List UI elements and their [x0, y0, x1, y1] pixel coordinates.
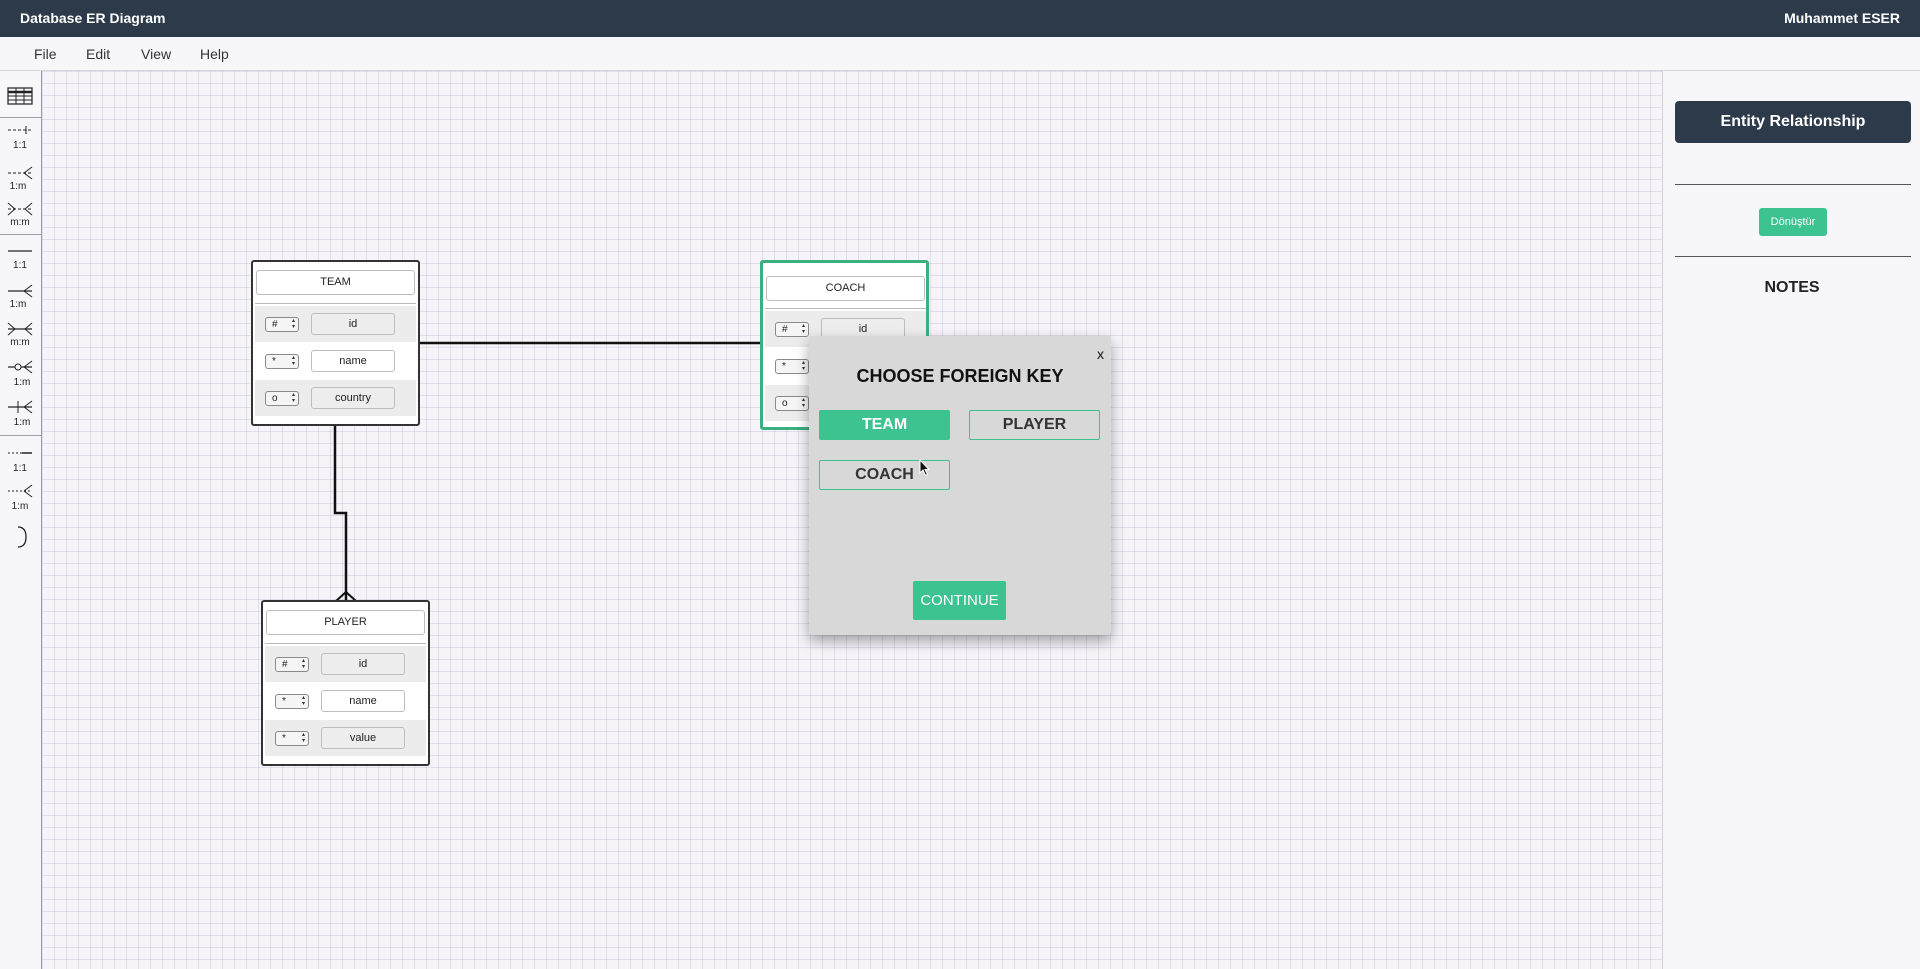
attribute-row: # id: [265, 646, 426, 682]
svg-text:1:m: 1:m: [10, 299, 27, 310]
entity-title[interactable]: TEAM: [256, 270, 415, 295]
toolbar-divider: [0, 234, 41, 235]
toolbar-divider: [0, 117, 41, 118]
attribute-name-field[interactable]: name: [311, 350, 395, 372]
key-type-select[interactable]: *: [275, 731, 309, 746]
svg-text:1:1: 1:1: [13, 260, 27, 271]
mandatory-one-to-many-icon: 1:m: [8, 400, 33, 428]
add-table-tool[interactable]: [4, 79, 37, 113]
attribute-name-field[interactable]: id: [311, 313, 395, 335]
one-to-one-dotted-icon: 1:1: [8, 452, 32, 474]
recursive-relation-icon: [17, 526, 27, 548]
svg-text:1:m: 1:m: [14, 417, 31, 428]
svg-text:1:1: 1:1: [13, 140, 27, 151]
relation-m-m-dashed-tool[interactable]: m:m: [4, 197, 37, 231]
attribute-row: * value: [265, 720, 426, 756]
key-type-select[interactable]: *: [265, 354, 299, 369]
entity-title[interactable]: PLAYER: [266, 610, 425, 635]
relation-mandatory-1-m-tool[interactable]: 1:m: [4, 395, 37, 429]
attribute-name-field[interactable]: value: [321, 727, 405, 749]
relation-1-1-tool[interactable]: 1:1: [4, 241, 37, 275]
attribute-name-field[interactable]: id: [321, 653, 405, 675]
key-type-select[interactable]: o: [775, 396, 809, 411]
menu-bar: File Edit View Help: [0, 37, 1920, 71]
relation-1-m-dotted-tool[interactable]: 1:m: [4, 479, 37, 513]
svg-text:m:m: m:m: [10, 337, 29, 348]
entity-divider: [265, 643, 426, 644]
app-title: Database ER Diagram: [20, 10, 166, 26]
choose-foreign-key-dialog: x CHOOSE FOREIGN KEY TEAM PLAYER COACH C…: [809, 336, 1111, 635]
svg-text:1:m: 1:m: [12, 501, 29, 512]
entity-title[interactable]: COACH: [766, 276, 925, 301]
relation-1-1-dashed-tool[interactable]: 1:1: [4, 121, 37, 155]
attribute-row: # id: [255, 306, 416, 342]
many-to-many-dashed-icon: m:m: [7, 202, 33, 228]
relation-1-1-dotted-tool[interactable]: 1:1: [4, 441, 37, 475]
one-to-one-dashed-icon: 1:1: [8, 126, 32, 151]
table-icon: [7, 87, 33, 105]
side-panel: Entity Relationship Dönüştür NOTES: [1662, 71, 1920, 969]
recursive-relation-tool[interactable]: [4, 519, 37, 553]
attribute-row: o country: [255, 380, 416, 416]
entity-divider: [765, 308, 926, 309]
key-type-select[interactable]: o: [265, 391, 299, 406]
attribute-name-field[interactable]: name: [321, 690, 405, 712]
one-to-many-dotted-icon: 1:m: [8, 484, 33, 512]
key-type-select[interactable]: #: [265, 317, 299, 332]
menu-help[interactable]: Help: [200, 46, 229, 62]
entity-team[interactable]: TEAM # id * name o country: [251, 260, 420, 426]
one-to-many-dashed-icon: 1:m: [8, 166, 33, 192]
relation-m-m-tool[interactable]: m:m: [4, 317, 37, 351]
title-bar: Database ER Diagram Muhammet ESER: [0, 0, 1920, 37]
toolbar-divider: [0, 435, 41, 436]
fk-option-coach[interactable]: COACH: [819, 460, 950, 490]
user-name[interactable]: Muhammet ESER: [1784, 10, 1900, 26]
entity-relationship-button[interactable]: Entity Relationship: [1675, 101, 1911, 143]
relation-optional-1-m-tool[interactable]: 1:m: [4, 355, 37, 389]
close-icon[interactable]: x: [1097, 346, 1104, 362]
key-type-select[interactable]: #: [275, 657, 309, 672]
attribute-name-field[interactable]: country: [311, 387, 395, 409]
attribute-row: * name: [265, 683, 426, 719]
svg-text:1:m: 1:m: [14, 377, 31, 388]
relation-1-m-tool[interactable]: 1:m: [4, 279, 37, 313]
svg-text:m:m: m:m: [10, 217, 29, 228]
fk-option-team[interactable]: TEAM: [819, 410, 950, 440]
attribute-row: * name: [255, 343, 416, 379]
continue-button[interactable]: CONTINUE: [913, 581, 1006, 620]
key-type-select[interactable]: *: [775, 359, 809, 374]
one-to-many-icon: 1:m: [8, 284, 33, 310]
convert-button[interactable]: Dönüştür: [1759, 208, 1827, 236]
fk-option-player[interactable]: PLAYER: [969, 410, 1100, 440]
menu-view[interactable]: View: [141, 46, 171, 62]
svg-text:1:1: 1:1: [13, 463, 27, 474]
menu-file[interactable]: File: [34, 46, 57, 62]
relation-1-m-dashed-tool[interactable]: 1:m: [4, 161, 37, 195]
optional-one-to-many-icon: 1:m: [8, 360, 33, 388]
svg-text:1:m: 1:m: [10, 181, 27, 192]
entity-player[interactable]: PLAYER # id * name * value: [261, 600, 430, 766]
key-type-select[interactable]: *: [275, 694, 309, 709]
one-to-one-icon: 1:1: [8, 250, 32, 271]
key-type-select[interactable]: #: [775, 322, 809, 337]
entity-divider: [255, 303, 416, 304]
dialog-title: CHOOSE FOREIGN KEY: [856, 366, 1064, 386]
panel-divider: [1675, 184, 1911, 185]
many-to-many-icon: m:m: [7, 322, 33, 348]
panel-divider: [1675, 256, 1911, 257]
tool-palette: 1:1 1:m m:m 1:1 1:m m:m 1:m 1:m 1:1 1:m: [0, 71, 42, 969]
notes-heading: NOTES: [1764, 279, 1820, 296]
menu-edit[interactable]: Edit: [86, 46, 110, 62]
